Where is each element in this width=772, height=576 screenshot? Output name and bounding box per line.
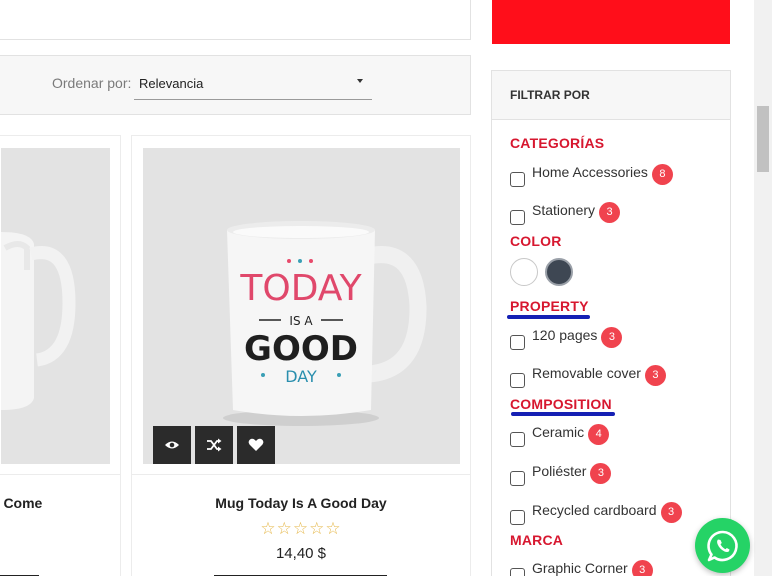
filter-option-recycled-cardboard[interactable]: Recycled cardboard 3 (510, 501, 682, 526)
chevron-down-icon (357, 79, 363, 83)
facet-title-brand: MARCA (510, 532, 564, 548)
checkbox[interactable] (510, 209, 525, 225)
filter-header-label: FILTRAR POR (510, 88, 590, 102)
filter-option-120-pages[interactable]: 120 pages 3 (510, 326, 623, 351)
quick-view-button[interactable] (153, 426, 191, 464)
filter-option-stationery[interactable]: Stationery 3 (510, 201, 621, 226)
annotation-underline (511, 412, 615, 416)
whatsapp-icon (706, 530, 738, 561)
svg-text:TODAY: TODAY (239, 268, 362, 309)
filter-option-label: Home Accessories (532, 164, 648, 180)
checkbox[interactable] (510, 567, 525, 576)
filter-option-label: 120 pages (532, 327, 598, 343)
eye-icon (165, 441, 179, 449)
checkbox[interactable] (510, 171, 525, 187)
count-badge: 3 (631, 559, 653, 576)
product-price: 14,40 $ (275, 545, 327, 562)
annotation-underline (507, 315, 590, 319)
filter-option-label: Graphic Corner (532, 560, 628, 576)
product-card[interactable]: o Come (0, 135, 121, 576)
filter-header: FILTRAR POR (492, 71, 730, 120)
wishlist-button[interactable] (237, 426, 275, 464)
facet-title-categories: CATEGORÍAS (510, 135, 605, 151)
sort-bar: Ordenar por: Relevancia (0, 55, 471, 115)
filter-option-poliester[interactable]: Poliéster 3 (510, 462, 612, 487)
filter-option-removable-cover[interactable]: Removable cover 3 (510, 364, 666, 389)
color-swatch-dark-gray[interactable] (545, 258, 573, 286)
card-divider (0, 474, 120, 475)
count-badge: 3 (599, 201, 621, 223)
facet-title-composition: COMPOSITION (510, 396, 612, 412)
svg-text:DAY: DAY (285, 367, 317, 386)
heart-icon (248, 438, 264, 451)
shuffle-icon (207, 438, 222, 452)
filter-option-label: Stationery (532, 202, 596, 218)
promo-banner[interactable] (492, 0, 730, 44)
card-divider (132, 474, 470, 475)
product-image[interactable]: TODAY IS A GOOD DAY (143, 148, 460, 464)
product-actions (153, 426, 275, 464)
color-swatch-white[interactable] (510, 258, 538, 286)
filter-option-label: Poliéster (532, 463, 587, 479)
count-badge: 3 (601, 326, 623, 348)
count-badge: 8 (651, 163, 673, 185)
scrollbar-thumb[interactable] (757, 106, 769, 172)
scrollbar[interactable] (754, 0, 772, 576)
svg-text:GOOD: GOOD (244, 329, 358, 369)
facet-title-color: COLOR (510, 233, 562, 249)
checkbox[interactable] (510, 334, 525, 350)
filter-option-label: Ceramic (532, 424, 585, 440)
mug-image: TODAY IS A GOOD DAY (223, 221, 427, 426)
whatsapp-button[interactable] (695, 518, 750, 573)
filter-option-label: Removable cover (532, 365, 641, 381)
product-card[interactable]: TODAY IS A GOOD DAY Mug Today Is A Good … (131, 135, 471, 576)
facet-title-property: PROPERTY (510, 298, 589, 314)
top-content-box (0, 0, 471, 40)
count-badge: 4 (588, 423, 610, 445)
product-title[interactable]: Mug Today Is A Good Day (132, 495, 470, 511)
checkbox[interactable] (510, 431, 525, 447)
filter-panel: FILTRAR POR CATEGORÍAS Home Accessories … (491, 70, 731, 576)
svg-text:IS A: IS A (289, 314, 313, 328)
compare-button[interactable] (195, 426, 233, 464)
filter-option-ceramic[interactable]: Ceramic 4 (510, 423, 610, 448)
sort-select[interactable]: Relevancia (134, 70, 372, 100)
count-badge: 3 (590, 462, 612, 484)
product-image[interactable] (1, 148, 110, 464)
sort-select-value: Relevancia (139, 76, 204, 91)
checkbox[interactable] (510, 470, 525, 486)
filter-option-graphic-corner[interactable]: Graphic Corner 3 (510, 559, 653, 576)
filter-option-label: Recycled cardboard (532, 502, 657, 518)
sort-label: Ordenar por: (52, 75, 132, 91)
rating-stars: ☆☆☆☆☆ (260, 519, 342, 538)
product-title[interactable]: o Come (0, 495, 42, 511)
count-badge: 3 (660, 501, 682, 523)
checkbox[interactable] (510, 372, 525, 388)
mug-image (1, 232, 76, 410)
count-badge: 3 (644, 364, 666, 386)
checkbox[interactable] (510, 509, 525, 525)
filter-option-home-accessories[interactable]: Home Accessories 8 (510, 163, 673, 188)
